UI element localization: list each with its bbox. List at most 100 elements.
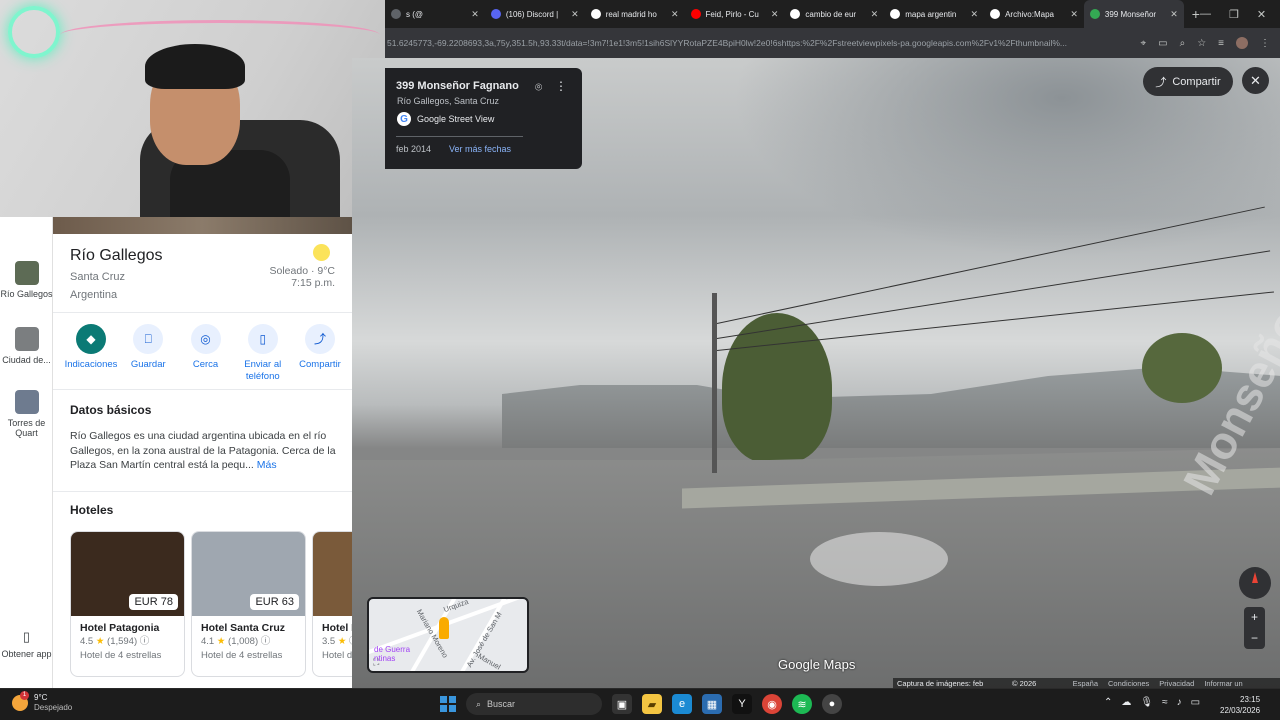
task-view-icon[interactable]: ▣: [612, 694, 632, 714]
edge-icon[interactable]: e: [672, 694, 692, 714]
place-hero-image[interactable]: [53, 217, 352, 234]
cloud-icon[interactable]: ☁: [1121, 697, 1131, 708]
rail-item-torres[interactable]: Torres de Quart: [0, 390, 53, 438]
new-tab-icon[interactable]: +: [1192, 6, 1200, 22]
mini-map[interactable]: Urquiza Mariano Moreno Av. José de San M…: [367, 597, 529, 673]
app-y-icon[interactable]: Y: [732, 694, 752, 714]
profile-avatar[interactable]: [1236, 37, 1248, 49]
bookmark-star-icon[interactable]: ☆: [1197, 38, 1206, 49]
source-label: G Google Street View: [397, 112, 494, 126]
map-pin-icon[interactable]: ⌾: [535, 80, 542, 95]
restore-icon[interactable]: ❐: [1229, 8, 1239, 21]
share-button[interactable]: ⤴ Compartir: [1143, 67, 1233, 96]
tab-favicon: [990, 9, 1001, 19]
tab-close-icon[interactable]: ✕: [671, 9, 679, 20]
rail-item-ciudad[interactable]: Ciudad de...: [0, 327, 53, 365]
tab-close-icon[interactable]: ✕: [1070, 9, 1078, 20]
hotel-card[interactable]: Hotel F 3.5 ★ ⓘ Hotel d: [312, 531, 352, 677]
zoom-out-button[interactable]: −: [1244, 628, 1265, 649]
star-icon: ★: [95, 636, 105, 647]
browser-tab[interactable]: 399 Monseñor ✕: [1083, 0, 1184, 28]
browser-tab[interactable]: real madrid ho ✕: [585, 0, 685, 28]
close-icon[interactable]: ✕: [1242, 67, 1269, 94]
compass-icon[interactable]: [1239, 567, 1271, 599]
tab-title: real madrid ho: [605, 9, 657, 19]
action-bookmark[interactable]: ⎕ Guardar: [120, 324, 176, 383]
browser-tab[interactable]: s (@ ✕: [385, 0, 485, 28]
tab-close-icon[interactable]: ✕: [771, 9, 779, 20]
more-options-icon[interactable]: ⋮: [555, 79, 567, 93]
rail-thumbnail: [14, 390, 39, 414]
tab-title: cambio de eur: [805, 9, 857, 19]
wifi-icon[interactable]: ≈: [1162, 697, 1168, 708]
clock[interactable]: 23:15 22/03/2026: [1220, 694, 1260, 716]
browser-tab-bar: s (@ ✕ (106) Discord | ✕ real madrid ho ✕ Feid…: [385, 0, 1280, 28]
more-link[interactable]: Más: [257, 459, 277, 471]
person-hair: [145, 44, 245, 89]
obs-icon[interactable]: ●: [822, 694, 842, 714]
hotel-card[interactable]: EUR 63 Hotel Santa Cruz 4.1 ★ (1,008) ⓘ …: [191, 531, 306, 677]
tab-close-icon[interactable]: ✕: [1170, 9, 1178, 20]
tab-close-icon[interactable]: ✕: [971, 9, 979, 20]
cast-icon[interactable]: ▭: [1158, 38, 1167, 49]
hotel-card[interactable]: EUR 78 Hotel Patagonia 4.5 ★ (1,594) ⓘ H…: [70, 531, 185, 677]
navigation-cursor[interactable]: [810, 532, 948, 586]
extensions-icon[interactable]: ≡: [1218, 38, 1224, 49]
chevron-up-icon[interactable]: ⌃: [1104, 697, 1112, 708]
weather-icon: 1: [12, 691, 29, 711]
url-field[interactable]: 51.6245773,-69.2208693,3a,75y,351.5h,93.…: [385, 38, 1130, 48]
browser-tab[interactable]: mapa argentin ✕: [884, 0, 984, 28]
action-directions[interactable]: ◆ Indicaciones: [63, 324, 119, 383]
close-window-icon[interactable]: ✕: [1257, 8, 1266, 21]
spotify-icon[interactable]: ≋: [792, 694, 812, 714]
location-icon[interactable]: ⌖: [1140, 38, 1146, 49]
zoom-icon[interactable]: ⌕: [1180, 38, 1186, 49]
windows-start-icon[interactable]: [440, 696, 456, 712]
pegman-icon[interactable]: [439, 617, 449, 639]
tab-title: s (@: [406, 9, 424, 19]
weather-info: Soleado · 9°C 7:15 p.m.: [270, 265, 336, 289]
info-icon[interactable]: ⓘ: [261, 636, 271, 647]
google-maps-logo: Google Maps: [778, 657, 856, 672]
hotel-class: Hotel de 4 estrellas: [201, 650, 283, 661]
info-icon[interactable]: ⓘ: [140, 636, 150, 647]
share-icon: ⤴: [1155, 76, 1167, 89]
google-g-icon: G: [397, 112, 411, 126]
browser-tab[interactable]: Archivo:Mapa ✕: [984, 0, 1084, 28]
store-icon[interactable]: ▦: [702, 694, 722, 714]
rail-item-rio-gallegos[interactable]: Río Gallegos: [0, 261, 53, 299]
browser-tab[interactable]: (106) Discord | ✕: [485, 0, 585, 28]
place-region: Santa Cruz: [70, 271, 126, 283]
action-label: Compartir: [299, 359, 341, 370]
weather-widget[interactable]: 1 9°C Despejado: [12, 691, 72, 713]
volume-icon[interactable]: ♪: [1177, 697, 1182, 708]
action-nearby[interactable]: ◎ Cerca: [178, 324, 234, 383]
more-dates-link[interactable]: Ver más fechas: [449, 144, 511, 154]
browser-tab[interactable]: Feid, Pirlo - Cu ✕: [685, 0, 785, 28]
tab-close-icon[interactable]: ✕: [471, 9, 479, 20]
tab-close-icon[interactable]: ✕: [871, 9, 879, 20]
place-title: Río Gallegos: [70, 247, 163, 264]
action-label: Enviar al teléfono: [244, 359, 282, 382]
mic-icon[interactable]: 🎙: [1140, 697, 1153, 708]
hotel-price: EUR 78: [129, 594, 178, 610]
rail-item-label: Torres de Quart: [7, 418, 46, 438]
file-explorer-icon[interactable]: ▰: [642, 694, 662, 714]
star-icon: ★: [216, 636, 226, 647]
place-panel: Río Gallegos Santa Cruz Argentina Solead…: [53, 217, 352, 688]
taskbar-search[interactable]: ⌕ Buscar: [466, 693, 602, 715]
divider: [53, 491, 352, 492]
action-phone[interactable]: ▯ Enviar al teléfono: [235, 324, 291, 383]
clock-date: 22/03/2026: [1220, 706, 1261, 715]
tab-close-icon[interactable]: ✕: [571, 9, 579, 20]
expand-icon[interactable]: ⛶: [373, 657, 379, 668]
battery-icon[interactable]: ▭: [1191, 697, 1200, 708]
menu-dots-icon[interactable]: ⋮: [1260, 38, 1270, 49]
browser-tab[interactable]: cambio de eur ✕: [784, 0, 884, 28]
zoom-in-button[interactable]: +: [1244, 607, 1265, 628]
get-app-button[interactable]: ▯ Obtener app: [0, 629, 53, 659]
nearby-icon: ◎: [190, 324, 221, 354]
action-share[interactable]: ⤴ Compartir: [292, 324, 348, 383]
chrome-icon[interactable]: ◉: [762, 694, 782, 714]
minimize-icon[interactable]: —: [1200, 8, 1211, 21]
